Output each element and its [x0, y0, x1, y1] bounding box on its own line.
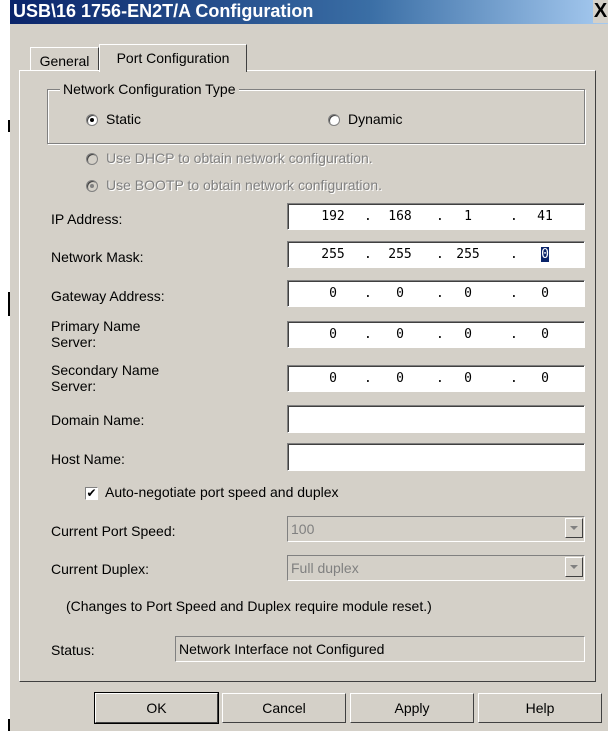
octet-separator: . — [510, 286, 518, 301]
octet-separator: . — [436, 286, 444, 301]
cancel-button[interactable]: Cancel — [222, 693, 346, 723]
domain-name-input[interactable] — [287, 405, 585, 433]
gateway-octet-3[interactable]: 0 — [448, 286, 488, 301]
octet-separator: . — [436, 327, 444, 342]
secondary-name-server-label: Secondary Name Server: — [51, 362, 159, 394]
primary-dns-octet-4[interactable]: 0 — [525, 327, 565, 342]
domain-name-label: Domain Name: — [51, 412, 145, 428]
primary-name-server-label-line1: Primary Name — [51, 318, 141, 334]
title-bar[interactable]: USB\16 1756-EN2T/A Configuration X — [10, 0, 608, 24]
ip-octet-4[interactable]: 41 — [525, 209, 565, 224]
tab-port-configuration-label: Port Configuration — [116, 50, 230, 66]
gateway-address-label: Gateway Address: — [51, 288, 165, 304]
ip-address-label: IP Address: — [51, 211, 123, 227]
ip-octet-3[interactable]: 1 — [448, 209, 488, 224]
mask-octet-1[interactable]: 255 — [313, 247, 353, 262]
octet-separator: . — [364, 209, 372, 224]
dynamic-radio-label: Dynamic — [348, 111, 403, 127]
secondary-dns-octet-2[interactable]: 0 — [380, 371, 420, 386]
gateway-octet-2[interactable]: 0 — [380, 286, 420, 301]
tab-general[interactable]: General — [30, 47, 99, 71]
status-value: Network Interface not Configured — [179, 641, 385, 657]
status-label: Status: — [51, 642, 95, 658]
secondary-name-server-label-line1: Secondary Name — [51, 362, 160, 378]
octet-separator: . — [364, 286, 372, 301]
bootp-radio-label: Use BOOTP to obtain network configuratio… — [106, 177, 382, 193]
reset-note: (Changes to Port Speed and Duplex requir… — [66, 598, 432, 614]
mask-octet-3[interactable]: 255 — [448, 247, 488, 262]
secondary-name-server-label-line2: Server: — [51, 378, 97, 394]
mask-octet-4[interactable]: 0 — [525, 247, 565, 262]
apply-button[interactable]: Apply — [350, 693, 474, 723]
status-field: Network Interface not Configured — [175, 636, 585, 662]
primary-name-server-field[interactable]: 0 . 0 . 0 . 0 — [287, 321, 585, 348]
octet-separator: . — [510, 247, 518, 262]
octet-separator: . — [436, 247, 444, 262]
bootp-radio[interactable] — [86, 180, 98, 192]
ip-address-field[interactable]: 192 . 168 . 1 . 41 — [287, 203, 585, 230]
port-speed-dropdown-button[interactable] — [565, 518, 583, 538]
current-port-speed-label: Current Port Speed: — [51, 523, 176, 539]
dhcp-radio-label: Use DHCP to obtain network configuration… — [106, 150, 373, 166]
secondary-dns-octet-1[interactable]: 0 — [313, 371, 353, 386]
primary-name-server-label: Primary Name Server: — [51, 318, 140, 350]
duplex-dropdown-button[interactable] — [565, 557, 583, 577]
selected-octet: 0 — [541, 247, 549, 262]
octet-separator: . — [510, 327, 518, 342]
tab-port-configuration[interactable]: Port Configuration — [99, 44, 247, 72]
gateway-address-field[interactable]: 0 . 0 . 0 . 0 — [287, 280, 585, 307]
ip-octet-1[interactable]: 192 — [313, 209, 353, 224]
background-edge — [0, 0, 10, 731]
static-radio-label: Static — [106, 111, 142, 127]
tab-general-label: General — [39, 53, 90, 69]
primary-dns-octet-2[interactable]: 0 — [380, 327, 420, 342]
gateway-octet-1[interactable]: 0 — [313, 286, 353, 301]
octet-separator: . — [364, 327, 372, 342]
chevron-down-icon — [570, 526, 578, 530]
gateway-octet-4[interactable]: 0 — [525, 286, 565, 301]
octet-separator: . — [436, 371, 444, 386]
octet-separator: . — [510, 209, 518, 224]
primary-dns-octet-1[interactable]: 0 — [313, 327, 353, 342]
dynamic-radio[interactable] — [328, 114, 340, 126]
mask-octet-2[interactable]: 255 — [380, 247, 420, 262]
chevron-down-icon — [570, 565, 578, 569]
dhcp-radio[interactable] — [86, 153, 98, 165]
host-name-input[interactable] — [287, 443, 585, 471]
octet-separator: . — [364, 371, 372, 386]
secondary-dns-octet-3[interactable]: 0 — [448, 371, 488, 386]
host-name-label: Host Name: — [51, 451, 125, 467]
octet-separator: . — [364, 247, 372, 262]
window-title: USB\16 1756-EN2T/A Configuration — [13, 1, 314, 21]
autonegotiate-checkbox[interactable]: ✔ — [85, 487, 98, 500]
duplex-select[interactable]: Full duplex — [287, 555, 585, 581]
ok-button[interactable]: OK — [94, 692, 219, 724]
primary-dns-octet-3[interactable]: 0 — [448, 327, 488, 342]
ip-octet-2[interactable]: 168 — [380, 209, 420, 224]
secondary-dns-octet-4[interactable]: 0 — [525, 371, 565, 386]
network-type-group-label: Network Configuration Type — [60, 81, 239, 97]
network-mask-label: Network Mask: — [51, 249, 144, 265]
close-icon[interactable]: X — [593, 0, 608, 23]
help-button[interactable]: Help — [478, 693, 602, 723]
duplex-value: Full duplex — [291, 560, 359, 576]
network-mask-field[interactable]: 255 . 255 . 255 . 0 — [287, 241, 585, 268]
secondary-name-server-field[interactable]: 0 . 0 . 0 . 0 — [287, 365, 585, 392]
static-radio[interactable] — [86, 114, 98, 126]
current-duplex-label: Current Duplex: — [51, 561, 150, 577]
primary-name-server-label-line2: Server: — [51, 334, 97, 350]
port-speed-select[interactable]: 100 — [287, 516, 585, 542]
port-speed-value: 100 — [291, 521, 315, 537]
octet-separator: . — [436, 209, 444, 224]
octet-separator: . — [510, 371, 518, 386]
autonegotiate-label: Auto-negotiate port speed and duplex — [105, 484, 339, 500]
